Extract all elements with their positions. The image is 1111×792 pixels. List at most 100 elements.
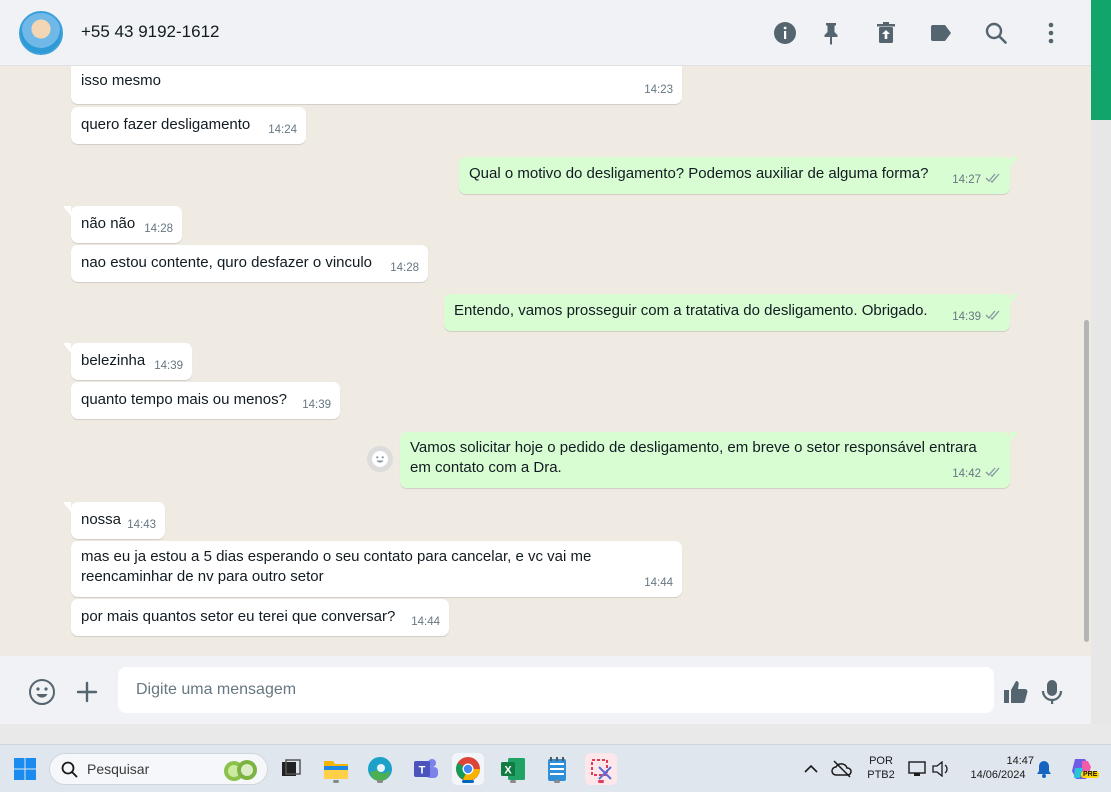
running-indicator <box>598 780 604 783</box>
message-composer <box>0 656 1091 724</box>
bubble-tail <box>63 206 71 216</box>
chat-messages[interactable]: isso mesmo 14:23 quero fazer desligament… <box>0 66 1091 656</box>
window-edge-accent <box>1091 0 1111 120</box>
language-code: POR <box>869 755 893 767</box>
message-time: 14:28 <box>144 223 173 235</box>
message-outgoing[interactable]: Vamos solicitar hoje o pedido de desliga… <box>400 432 1018 488</box>
copilot-icon[interactable]: PRE <box>1066 753 1100 785</box>
message-time: 14:23 <box>644 84 673 96</box>
double-check-icon <box>985 307 1001 327</box>
message-incoming[interactable]: por mais quantos setor eu terei que conv… <box>71 599 449 636</box>
message-text: mas eu ja estou a 5 dias esperando o seu… <box>81 548 592 585</box>
language-indicator[interactable]: POR PTB2 <box>862 755 900 781</box>
keyboard-layout: PTB2 <box>867 769 895 781</box>
message-text: Entendo, vamos prosseguir com a tratativ… <box>454 302 928 319</box>
delete-icon[interactable] <box>873 20 899 46</box>
message-outgoing[interactable]: Entendo, vamos prosseguir com a tratativ… <box>444 294 1018 331</box>
running-indicator <box>510 780 516 783</box>
active-indicator <box>462 780 474 783</box>
message-text: Vamos solicitar hoje o pedido de desliga… <box>410 439 977 476</box>
message-text: nossa <box>81 511 122 528</box>
taskbar-search[interactable]: Pesquisar <box>49 753 268 785</box>
emoji-icon[interactable] <box>28 678 56 706</box>
double-check-icon <box>985 464 1001 484</box>
message-incoming[interactable]: não não 14:28 <box>63 206 182 243</box>
teams-icon[interactable]: T <box>410 753 442 785</box>
windows-start-icon[interactable] <box>9 753 41 785</box>
bubble-tail <box>1010 432 1018 442</box>
double-check-icon <box>985 170 1001 190</box>
react-emoji-icon[interactable] <box>367 446 393 472</box>
running-indicator <box>554 780 560 783</box>
menu-icon[interactable] <box>1038 20 1064 46</box>
search-highlight-icon <box>222 757 260 788</box>
message-time: 14:44 <box>644 577 673 589</box>
window-bottom-gap <box>0 724 1111 744</box>
label-icon[interactable] <box>928 20 954 46</box>
search-icon[interactable] <box>983 20 1009 46</box>
scrollbar-thumb[interactable] <box>1084 320 1089 642</box>
message-time: 14:42 <box>952 468 981 480</box>
task-view-icon[interactable] <box>275 753 307 785</box>
message-incoming[interactable]: nossa 14:43 <box>63 502 165 539</box>
message-incoming[interactable]: nao estou contente, quro desfazer o vinc… <box>71 245 428 282</box>
chevron-up-icon[interactable] <box>795 753 827 785</box>
clock[interactable]: 14:47 14/06/2024 <box>962 755 1034 781</box>
message-time: 14:43 <box>127 519 156 531</box>
running-indicator <box>333 780 339 783</box>
bubble-tail <box>1010 294 1018 304</box>
pin-icon[interactable] <box>818 20 844 46</box>
clock-time: 14:47 <box>1006 755 1034 767</box>
message-time: 14:24 <box>268 124 297 136</box>
chrome-icon[interactable] <box>452 753 484 785</box>
message-text: nao estou contente, quro desfazer o vinc… <box>81 254 373 271</box>
attach-plus-icon[interactable] <box>73 678 101 706</box>
chat-header: +55 43 9192-1612 <box>0 0 1091 66</box>
message-incoming[interactable]: quanto tempo mais ou menos? 14:39 <box>71 382 340 419</box>
file-explorer-icon[interactable] <box>320 753 352 785</box>
message-outgoing[interactable]: Qual o motivo do desligamento? Podemos a… <box>459 157 1018 194</box>
message-time: 14:39 <box>952 311 981 323</box>
message-incoming[interactable]: isso mesmo 14:23 <box>71 66 682 104</box>
message-incoming[interactable]: mas eu ja estou a 5 dias esperando o seu… <box>71 541 682 597</box>
message-meta: 14:39 <box>952 307 1001 327</box>
contact-avatar[interactable] <box>19 11 63 55</box>
message-time: 14:27 <box>952 174 981 186</box>
svg-text:X: X <box>504 765 512 777</box>
message-time: 14:39 <box>154 360 183 372</box>
message-meta: 14:42 <box>952 464 1001 484</box>
running-indicator <box>377 780 383 783</box>
message-text: por mais quantos setor eu terei que conv… <box>81 608 396 625</box>
windows-taskbar: Pesquisar T X POR PTB2 14:47 14/06/2024 … <box>0 744 1111 792</box>
chat-scrollbar[interactable] <box>1081 66 1091 656</box>
onedrive-offline-icon[interactable] <box>826 753 858 785</box>
message-text: Qual o motivo do desligamento? Podemos a… <box>469 165 929 182</box>
notification-bell-icon[interactable] <box>1028 753 1060 785</box>
message-time: 14:39 <box>302 399 331 411</box>
message-meta: 14:27 <box>952 170 1001 190</box>
message-text: isso mesmo <box>81 72 162 89</box>
thumbs-up-icon[interactable] <box>1002 678 1030 706</box>
svg-text:T: T <box>419 765 426 777</box>
excel-icon[interactable]: X <box>497 753 529 785</box>
microphone-icon[interactable] <box>1038 678 1066 706</box>
volume-icon[interactable] <box>925 753 957 785</box>
message-input[interactable] <box>118 667 994 713</box>
pre-badge: PRE <box>1081 771 1100 778</box>
notepad-icon[interactable] <box>541 753 573 785</box>
snipping-tool-icon[interactable] <box>585 753 617 785</box>
message-incoming[interactable]: quero fazer desligamento 14:24 <box>71 107 306 144</box>
contact-name[interactable]: +55 43 9192-1612 <box>81 22 220 42</box>
message-incoming[interactable]: belezinha 14:39 <box>63 343 192 380</box>
edge-browser-icon[interactable] <box>364 753 396 785</box>
message-time: 14:28 <box>390 262 419 274</box>
info-icon[interactable] <box>772 20 798 46</box>
message-text: quero fazer desligamento <box>81 116 251 133</box>
bubble-tail <box>63 502 71 512</box>
message-text: quanto tempo mais ou menos? <box>81 391 287 408</box>
clock-date: 14/06/2024 <box>970 769 1026 781</box>
search-icon <box>61 761 78 783</box>
window-edge <box>1091 120 1111 744</box>
message-text: não não <box>81 215 136 232</box>
search-label: Pesquisar <box>87 761 150 777</box>
